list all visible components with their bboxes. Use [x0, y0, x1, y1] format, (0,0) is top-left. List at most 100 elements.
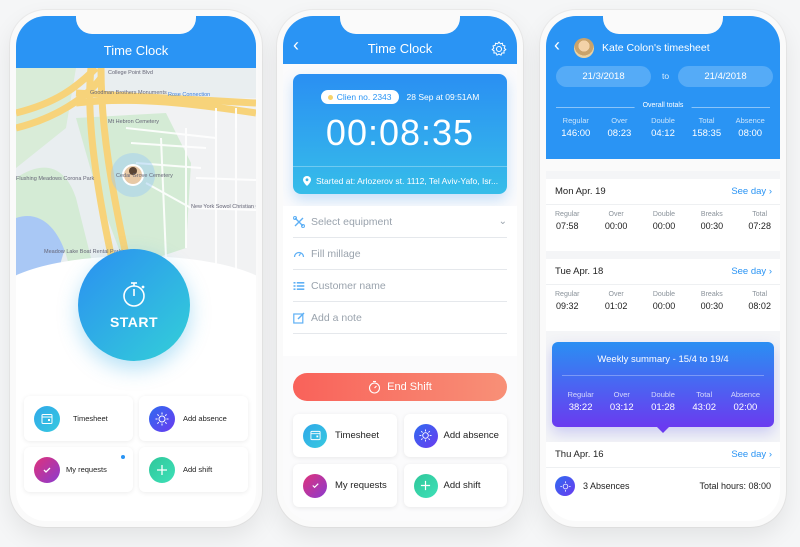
- value-label: Breaks: [700, 291, 723, 298]
- day-value-double: Double 00:00: [653, 211, 676, 231]
- start-label: START: [109, 314, 159, 330]
- day-values: Regular 07:58 Over 00:00 Double 00:00 Breaks 00…: [546, 205, 780, 231]
- total-value: 02:00: [733, 402, 758, 413]
- add-shift-tile[interactable]: Add shift: [139, 447, 248, 492]
- total-value: 08:23: [607, 128, 632, 139]
- value-label: Regular: [555, 291, 580, 298]
- total-hours: Total hours: 08:00: [699, 481, 771, 491]
- day-value-breaks: Breaks 00:30: [701, 291, 724, 311]
- value-label: Total: [752, 291, 768, 298]
- day-header: Thu Apr. 16 See day ›: [546, 442, 780, 468]
- see-day-label: See day: [731, 266, 767, 277]
- note-field[interactable]: Add a note: [293, 302, 507, 334]
- map-label: Goodman Brothers Monuments: [90, 90, 167, 96]
- date-separator: to: [662, 71, 670, 81]
- my-requests-tile[interactable]: My requests: [24, 447, 133, 492]
- see-day-label: See day: [731, 449, 767, 460]
- day-value-over: Over 00:00: [605, 211, 628, 231]
- tile-label: My requests: [66, 465, 107, 474]
- date-to-field[interactable]: 21/4/2018: [678, 66, 773, 87]
- day-value-over: Over 01:02: [605, 291, 628, 311]
- day-value-regular: Regular 07:58: [555, 211, 580, 231]
- total-value: 38:22: [568, 402, 593, 413]
- client-badge[interactable]: Clien no. 2343: [320, 90, 399, 104]
- phone-time-clock-running: ‹ Time Clock Clien no. 2343 28 Sep at 09…: [277, 10, 523, 527]
- value-label: Breaks: [700, 211, 723, 218]
- list-icon: [293, 281, 305, 290]
- shift-timer-card: Clien no. 2343 28 Sep at 09:51AM 00:08:3…: [293, 74, 507, 194]
- day-date: Tue Apr. 18: [555, 266, 604, 277]
- see-day-label: See day: [731, 186, 767, 197]
- value: 01:02: [604, 301, 628, 311]
- value: 00:00: [652, 221, 676, 231]
- total-value: 43:02: [692, 402, 717, 413]
- weekly-summary-card: Weekly summary - 15/4 to 19/4 Regular 38:…: [552, 342, 774, 433]
- overall-totals-label: Overall totals: [634, 102, 692, 109]
- select-equipment-placeholder: Select equipment: [311, 215, 393, 228]
- phone-notch: [340, 16, 460, 34]
- total-label: Regular: [567, 390, 594, 399]
- timesheet-tile[interactable]: Timesheet: [24, 396, 133, 441]
- tile-label: Add absence: [183, 414, 227, 423]
- add-shift-tile[interactable]: Add shift: [403, 464, 507, 507]
- shift-form: Select equipment ⌄ Fill millage Customer…: [283, 206, 517, 356]
- total-total: Total 158:35: [685, 116, 729, 139]
- phone-notch: [76, 16, 196, 34]
- end-shift-button[interactable]: End Shift: [293, 373, 507, 401]
- value-label: Double: [652, 291, 676, 298]
- total-double: Double 04:12: [641, 116, 685, 139]
- chevron-down-icon: ⌄: [498, 216, 507, 227]
- customer-name-field[interactable]: Customer name: [293, 270, 507, 302]
- calendar-icon: [303, 423, 327, 448]
- map-view[interactable]: College Point Blvd Goodman Brothers Monu…: [16, 68, 256, 278]
- header-title: Time Clock: [103, 43, 169, 58]
- gear-icon[interactable]: [491, 41, 507, 57]
- phone-notch: [603, 16, 723, 34]
- add-absence-tile[interactable]: Add absence: [403, 414, 507, 457]
- add-absence-tile[interactable]: Add absence: [139, 396, 248, 441]
- total-label: Regular: [562, 116, 589, 125]
- value-label: Over: [608, 211, 624, 218]
- day-date: Mon Apr. 19: [555, 186, 606, 197]
- day-value-breaks: Breaks 00:30: [701, 211, 724, 231]
- map-graphic: College Point Blvd Goodman Brothers Monu…: [16, 68, 256, 278]
- value: 00:00: [604, 221, 628, 231]
- plus-icon: [149, 456, 175, 483]
- value: 00:00: [652, 301, 676, 311]
- value: 07:28: [748, 221, 771, 231]
- see-day-link[interactable]: See day ›: [731, 186, 772, 197]
- value-label: Regular: [555, 211, 580, 218]
- sun-icon: [555, 476, 575, 496]
- start-button[interactable]: START: [78, 249, 190, 361]
- my-requests-tile[interactable]: My requests: [293, 464, 397, 507]
- see-day-link[interactable]: See day ›: [731, 449, 772, 460]
- screen: ‹ Kate Colon's timesheet 21/3/2018 to 21…: [546, 16, 780, 521]
- avatar: [574, 38, 594, 58]
- total-over: Over 08:23: [598, 116, 642, 139]
- sun-icon: [413, 423, 438, 448]
- value: 00:30: [700, 221, 724, 231]
- client-label: Clien no. 2343: [336, 92, 392, 102]
- value-label: Over: [608, 291, 624, 298]
- back-button[interactable]: ‹: [293, 35, 299, 56]
- see-day-link[interactable]: See day ›: [731, 266, 772, 277]
- millage-field[interactable]: Fill millage: [293, 238, 507, 270]
- day-value-total: Total 08:02: [748, 291, 771, 311]
- tile-label: My requests: [335, 480, 387, 491]
- value: 08:02: [748, 301, 771, 311]
- total-total: Total 43:02: [684, 390, 725, 413]
- plus-icon: [413, 473, 438, 498]
- millage-placeholder: Fill millage: [311, 247, 361, 260]
- location-pin-icon: [303, 175, 311, 186]
- tile-label: Add absence: [443, 430, 499, 441]
- status-dot: [327, 94, 333, 100]
- weekly-totals: Regular 38:22 Over 03:12 Double 01:28 Total 43:…: [560, 390, 766, 413]
- gauge-icon: [293, 251, 305, 257]
- total-value: 04:12: [651, 128, 675, 139]
- timesheet-tile[interactable]: Timesheet: [293, 414, 397, 457]
- select-equipment-field[interactable]: Select equipment ⌄: [293, 206, 507, 238]
- date-from-field[interactable]: 21/3/2018: [556, 66, 651, 87]
- timesheet-title: Kate Colon's timesheet: [602, 42, 710, 54]
- total-label: Over: [613, 390, 630, 399]
- back-button[interactable]: ‹: [554, 35, 560, 56]
